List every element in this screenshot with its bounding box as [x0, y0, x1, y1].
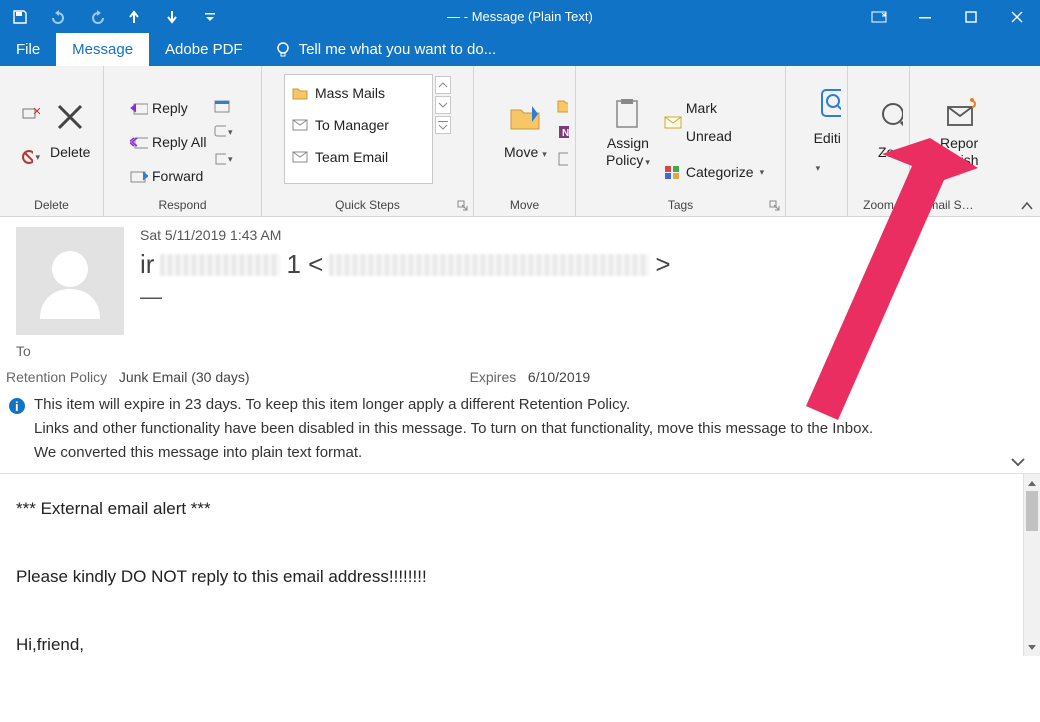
dialog-launcher-icon[interactable] [769, 200, 781, 212]
lightbulb-icon [275, 41, 291, 59]
mail-icon [291, 116, 309, 134]
gallery-more-icon[interactable] [435, 116, 451, 134]
forward-icon [130, 167, 148, 185]
info-line: We converted this message into plain tex… [34, 441, 873, 465]
more-respond-icon[interactable]: ▾ [214, 150, 232, 168]
retention-row: Retention Policy Junk Email (30 days) Ex… [0, 365, 1040, 389]
im-icon[interactable]: ▾ [214, 123, 232, 141]
info-line: Links and other functionality have been … [34, 417, 873, 441]
message-body: *** External email alert *** Please kind… [0, 474, 1040, 656]
retention-policy-value: Junk Email (30 days) [119, 369, 250, 385]
save-icon[interactable] [12, 9, 28, 25]
junk-icon[interactable]: ▾ [22, 148, 40, 166]
body-line: Please kindly DO NOT reply to this email… [16, 560, 1024, 594]
phish-icon [944, 97, 978, 131]
reply-all-button[interactable]: Reply All [126, 126, 210, 158]
tab-adobe-pdf[interactable]: Adobe PDF [149, 33, 259, 66]
maximize-button[interactable] [948, 0, 994, 33]
close-button[interactable] [994, 0, 1040, 33]
forward-button[interactable]: Forward [126, 160, 210, 192]
minimize-button[interactable] [902, 0, 948, 33]
find-icon [818, 86, 841, 120]
to-label: To [16, 343, 1024, 359]
group-label-delete: Delete [6, 195, 97, 216]
expires-value: 6/10/2019 [528, 369, 590, 385]
message-header: Sat 5/11/2019 1:43 AM ir1 <> — To [0, 217, 1040, 365]
quick-step-to-manager[interactable]: To Manager [287, 109, 430, 141]
tab-message[interactable]: Message [56, 33, 149, 66]
mark-unread-button[interactable]: Mark Unread [660, 92, 768, 152]
info-line: This item will expire in 23 days. To kee… [34, 393, 873, 417]
move-folder-icon [508, 100, 542, 134]
redacted [329, 254, 649, 276]
body-line: *** External email alert *** [16, 492, 1024, 526]
received-date: Sat 5/11/2019 1:43 AM [140, 227, 1024, 243]
assign-policy-button[interactable]: Assign Policy▾ [598, 88, 658, 177]
group-label-quicksteps: Quick Steps [268, 195, 467, 216]
zoom-button[interactable]: Zoom [870, 88, 903, 177]
undo-icon[interactable] [50, 9, 66, 25]
chevron-down-icon[interactable] [1010, 455, 1026, 469]
next-item-icon[interactable] [164, 9, 180, 25]
scroll-thumb[interactable] [1026, 491, 1038, 531]
rules-icon[interactable]: ▾ [557, 97, 569, 115]
onenote-icon[interactable]: N [557, 123, 569, 141]
ignore-icon[interactable] [22, 105, 40, 123]
quick-steps-gallery[interactable]: Mass Mails To Manager Team Email [284, 74, 433, 184]
folder-icon [291, 84, 309, 102]
info-bar[interactable]: i This item will expire in 23 days. To k… [0, 389, 1040, 474]
info-icon: i [8, 393, 26, 465]
gallery-down-icon[interactable] [435, 96, 451, 114]
move-button[interactable]: Move▾ [496, 88, 555, 177]
tell-me-search[interactable]: Tell me what you want to do... [259, 33, 513, 66]
delete-icon [53, 100, 87, 134]
categorize-button[interactable]: Categorize▾ [660, 156, 768, 188]
dialog-launcher-icon[interactable] [457, 200, 469, 212]
collapse-ribbon-icon[interactable] [1020, 200, 1034, 212]
menu-bar: File Message Adobe PDF Tell me what you … [0, 33, 1040, 66]
scrollbar[interactable] [1023, 474, 1040, 656]
report-phish-button[interactable]: ReportPhish [932, 88, 978, 177]
scroll-down-icon[interactable] [1024, 639, 1040, 656]
delete-button[interactable]: Delete [42, 88, 97, 177]
mail-icon [291, 148, 309, 166]
meeting-icon[interactable] [214, 97, 232, 115]
quick-step-team-email[interactable]: Team Email [287, 141, 430, 173]
redacted [160, 254, 280, 276]
qat-customize-icon[interactable] [202, 9, 218, 25]
reply-button[interactable]: Reply [126, 92, 210, 124]
actions-icon[interactable]: ▾ [557, 150, 569, 168]
group-label-respond: Respond [110, 195, 255, 216]
body-line: Hi,friend, [16, 628, 1024, 656]
quick-step-mass-mails[interactable]: Mass Mails [287, 77, 430, 109]
delete-label: Delete [50, 138, 90, 166]
editing-button[interactable]: Editing▾ [808, 88, 841, 177]
ribbon-display-icon[interactable] [856, 0, 902, 33]
assign-policy-icon [611, 97, 645, 131]
prev-item-icon[interactable] [126, 9, 142, 25]
svg-text:i: i [15, 399, 19, 414]
title-bar: — - Message (Plain Text) [0, 0, 1040, 33]
sender-avatar [16, 227, 124, 335]
redo-icon[interactable] [88, 9, 104, 25]
tab-file[interactable]: File [0, 33, 56, 66]
group-label-move: Move [480, 195, 569, 216]
group-label-zoom: Zoom [854, 195, 903, 216]
window-title: — - Message (Plain Text) [447, 9, 593, 24]
mail-closed-icon [664, 113, 682, 131]
zoom-icon [879, 100, 903, 134]
reply-all-icon [130, 133, 148, 151]
tell-me-label: Tell me what you want to do... [299, 41, 497, 58]
svg-text:N: N [562, 128, 569, 139]
reply-icon [130, 99, 148, 117]
group-label-emails: Email S… [916, 195, 978, 216]
gallery-up-icon[interactable] [435, 76, 451, 94]
from-line: ir1 <> [140, 249, 1024, 280]
scroll-up-icon[interactable] [1024, 474, 1040, 491]
follow-up-button[interactable]: Follow Up▾ [660, 192, 768, 195]
subject: — [140, 284, 1024, 310]
group-label-tags: Tags [582, 195, 779, 216]
categorize-icon [664, 163, 682, 181]
ribbon: ▾ Delete Delete Reply Reply All Forward … [0, 66, 1040, 217]
